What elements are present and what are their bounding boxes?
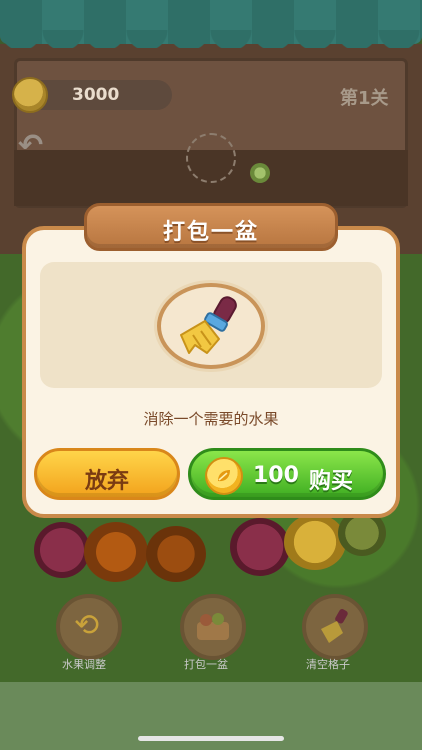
powerup-label-shuffle: 水果调整 xyxy=(62,658,106,671)
pack-basket-button[interactable] xyxy=(180,594,246,660)
powerup-label-clear: 清空格子 xyxy=(306,658,350,671)
fruit-orange[interactable] xyxy=(84,522,148,582)
dialog-description: 消除一个需要的水果 xyxy=(143,410,279,428)
fruit-lemon[interactable] xyxy=(284,514,346,570)
level-indicator: 第1关 xyxy=(340,88,389,109)
coin-icon xyxy=(12,77,48,113)
basket-icon xyxy=(197,613,229,640)
dialog-title: 打包一盆 xyxy=(162,220,259,245)
buy-button-label: 购买 xyxy=(309,469,354,494)
empty-fruit-slot xyxy=(186,133,236,183)
coin-amount: 3000 xyxy=(72,85,120,105)
buy-price: 100 xyxy=(253,463,299,488)
awning-scallop xyxy=(0,30,422,48)
buy-button[interactable]: 100 购买 xyxy=(188,448,386,500)
powerup-icon-frame xyxy=(157,283,265,369)
fruit-orange[interactable] xyxy=(146,526,206,582)
coin-counter: 3000 xyxy=(12,77,172,113)
undo-arrow-icon[interactable]: ↶ xyxy=(18,128,43,163)
shuffle-fruit-button[interactable]: ⟲ xyxy=(56,594,122,660)
leaf-icon xyxy=(218,470,230,482)
abandon-button[interactable]: 放弃 xyxy=(34,448,180,500)
abandon-button-label: 放弃 xyxy=(84,469,129,494)
broom-icon xyxy=(180,296,237,354)
powerup-label-basket: 打包一盆 xyxy=(184,658,228,671)
home-indicator[interactable] xyxy=(138,736,284,741)
fruit-dragonfruit[interactable] xyxy=(230,518,290,576)
broom-icon xyxy=(321,609,348,643)
fruit-dragonfruit[interactable] xyxy=(34,522,90,578)
dialog-title-plank: 打包一盆 xyxy=(84,203,338,251)
clear-slot-button[interactable] xyxy=(302,594,368,660)
lime-slice xyxy=(250,163,270,183)
shuffle-icon: ⟲ xyxy=(74,608,100,643)
